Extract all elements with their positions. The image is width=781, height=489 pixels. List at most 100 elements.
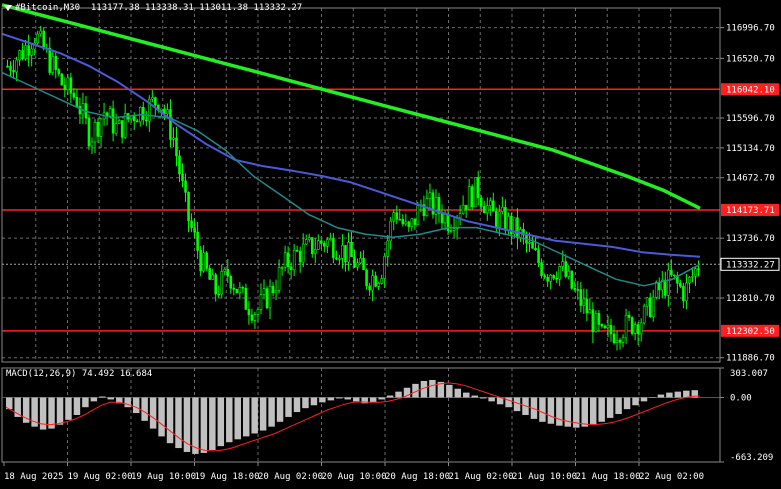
candle-body: [63, 84, 67, 91]
candle-body: [265, 288, 269, 309]
macd-histogram-bar: [82, 397, 89, 408]
candle-body: [673, 274, 676, 277]
candle-body: [332, 238, 335, 259]
macd-histogram-bar: [175, 397, 182, 449]
candle-body: [365, 269, 368, 287]
candle-body: [241, 286, 245, 289]
candle-body: [307, 237, 311, 240]
macd-tick-label: 303.007: [730, 369, 768, 379]
time-tick-label: 22 Aug 02:00: [639, 472, 704, 482]
candle-body: [504, 206, 507, 231]
macd-histogram-bar: [56, 397, 64, 425]
candle-body: [117, 120, 121, 124]
price-tick-label: 114672.70: [726, 174, 775, 184]
candle-body: [570, 270, 574, 289]
candle-body: [582, 298, 586, 306]
macd-histogram-bar: [547, 397, 555, 424]
candle-body: [398, 218, 402, 221]
candle-body: [286, 252, 290, 268]
candle-body: [232, 287, 236, 290]
candle-body: [93, 121, 97, 143]
candle-body: [552, 274, 555, 279]
candle-body: [72, 92, 76, 98]
macd-histogram-bar: [556, 397, 563, 426]
candle-body: [576, 289, 580, 291]
candle-body: [464, 204, 468, 210]
candle-body: [202, 252, 205, 272]
candle-body: [329, 238, 332, 240]
candle-body: [229, 275, 233, 289]
candle-body: [256, 309, 260, 315]
macd-histogram-bar: [217, 397, 225, 447]
macd-histogram-bar: [285, 397, 292, 417]
candle-body: [289, 266, 293, 271]
time-tick-label: 20 Aug 10:00: [322, 472, 387, 482]
time-tick-label: 19 Aug 10:00: [131, 472, 196, 482]
candle-body: [6, 65, 9, 68]
candle-body: [145, 119, 148, 122]
dropdown-triangle-icon[interactable]: [4, 4, 12, 11]
candle-body: [190, 220, 193, 228]
candle-body: [9, 66, 12, 71]
macd-tick-label: 0.00: [730, 393, 752, 403]
candle-body: [452, 228, 456, 231]
candle-body: [458, 213, 462, 218]
macd-histogram-bar: [454, 388, 462, 398]
price-tick-label: 112810.70: [726, 294, 775, 304]
candle-body: [48, 47, 52, 73]
candle-body: [694, 268, 697, 277]
macd-histogram-bar: [149, 397, 157, 429]
macd-histogram-bar: [73, 397, 81, 415]
candle-body: [178, 155, 181, 175]
macd-histogram-bar: [65, 397, 72, 420]
time-tick-label: 21 Aug 02:00: [449, 472, 514, 482]
macd-histogram-bar: [386, 395, 394, 398]
candle-body: [54, 56, 58, 70]
candle-body: [537, 249, 540, 263]
candle-body: [220, 271, 224, 295]
candle-body: [114, 123, 118, 134]
candle-body: [697, 268, 700, 271]
candle-body: [359, 258, 362, 264]
macd-histogram-bar: [132, 397, 140, 414]
candle-body: [618, 339, 622, 343]
candle-body: [313, 249, 317, 254]
candle-body: [99, 118, 103, 137]
candle-body: [87, 117, 91, 147]
macd-histogram-bar: [479, 397, 487, 399]
candle-body: [181, 173, 184, 182]
candle-body: [18, 50, 21, 61]
candle-body: [253, 314, 257, 321]
macd-histogram-bar: [471, 395, 478, 398]
macd-histogram-bar: [124, 397, 131, 408]
candle-body: [679, 282, 682, 287]
candle-body: [651, 296, 655, 317]
candle-body: [12, 69, 15, 73]
price-tick-label: 115596.70: [726, 114, 775, 124]
trading-chart[interactable]: 116042.10 114173.71 112302.50 113332.27 116…: [0, 0, 781, 489]
macd-histogram-bar: [293, 397, 301, 413]
candle-body: [75, 96, 79, 107]
candle-body: [492, 200, 495, 212]
macd-histogram-bar: [166, 397, 174, 444]
macd-histogram-bar: [319, 397, 326, 403]
macd-histogram-bar: [276, 397, 284, 422]
macd-histogram-bar: [353, 397, 360, 402]
candle-body: [383, 256, 386, 279]
candle-body: [639, 322, 643, 335]
macd-histogram-bar: [632, 397, 639, 406]
candle-body: [51, 56, 55, 73]
candle-body: [15, 59, 18, 73]
candle-body: [600, 324, 604, 327]
chart-header: #Bitcoin,M30 113177.38 113338.31 113011.…: [4, 3, 302, 13]
candle-body: [196, 231, 199, 251]
time-tick-label: 21 Aug 18:00: [576, 472, 641, 482]
candle-body: [36, 33, 39, 44]
candle-body: [528, 241, 531, 244]
candle-body: [540, 262, 543, 276]
candle-body: [386, 240, 390, 257]
candle-body: [594, 313, 598, 333]
candle-body: [338, 258, 341, 260]
candle-body: [135, 120, 139, 123]
candle-body: [347, 241, 350, 263]
